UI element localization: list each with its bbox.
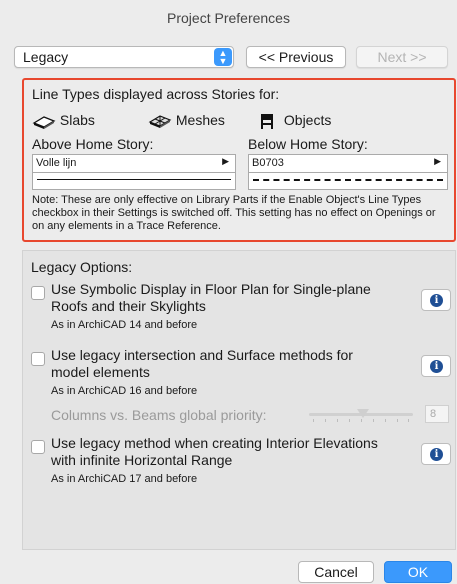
slabs-label: Slabs	[59, 112, 95, 128]
legacy-option: Use legacy intersection and Surface meth…	[31, 347, 451, 403]
info-icon: i	[430, 360, 443, 373]
above-line-type-select[interactable]: Volle lijn ▶	[32, 154, 236, 190]
meshes-item: Meshes	[148, 110, 225, 130]
symbolic-display-checkbox[interactable]	[31, 286, 45, 300]
page-select[interactable]: Legacy ▲ ▼	[14, 46, 234, 68]
columns-beams-priority-row: Columns vs. Beams global priority: 8	[51, 405, 451, 425]
legacy-options-panel: Legacy Options: Use Symbolic Display in …	[22, 250, 456, 550]
option-subtext: As in ArchiCAD 17 and before	[51, 473, 198, 485]
triangle-right-icon: ▶	[434, 156, 441, 166]
above-home-story-label: Above Home Story:	[32, 136, 154, 152]
info-icon: i	[430, 294, 443, 307]
option-label: Use legacy method when creating Interior…	[51, 435, 378, 468]
info-button[interactable]: i	[421, 289, 451, 311]
priority-label: Columns vs. Beams global priority:	[51, 407, 267, 423]
below-line-type-select[interactable]: B0703 ▶	[248, 154, 448, 190]
ok-button[interactable]: OK	[384, 561, 452, 583]
line-types-note: Note: These are only effective on Librar…	[32, 194, 436, 232]
solid-line-preview	[37, 179, 231, 180]
cancel-button[interactable]: Cancel	[298, 561, 374, 583]
priority-value-field[interactable]: 8	[425, 405, 449, 423]
legacy-option: Use legacy method when creating Interior…	[31, 435, 451, 491]
chevron-updown-icon: ▲ ▼	[214, 48, 232, 66]
mesh-icon	[148, 112, 172, 130]
legacy-options-title: Legacy Options:	[31, 259, 133, 275]
legacy-intersection-checkbox[interactable]	[31, 352, 45, 366]
toolbar: Legacy ▲ ▼ << Previous Next >>	[14, 46, 448, 70]
triangle-right-icon: ▶	[222, 156, 229, 166]
priority-slider-thumb[interactable]	[357, 409, 369, 418]
priority-slider-ticks	[313, 419, 409, 422]
page-select-value: Legacy	[23, 49, 69, 65]
window-title: Project Preferences	[167, 10, 290, 26]
below-line-type-value: B0703	[252, 157, 284, 169]
dashed-line-preview	[253, 179, 443, 181]
next-button[interactable]: Next >>	[356, 46, 448, 68]
info-button[interactable]: i	[421, 443, 451, 465]
object-icon	[256, 112, 280, 130]
line-types-panel: Line Types displayed across Stories for:…	[22, 78, 456, 242]
interior-elevations-checkbox[interactable]	[31, 440, 45, 454]
previous-button[interactable]: << Previous	[246, 46, 346, 68]
option-label: Use legacy intersection and Surface meth…	[51, 347, 353, 380]
option-subtext: As in ArchiCAD 16 and before	[51, 385, 198, 397]
legacy-option: Use Symbolic Display in Floor Plan for S…	[31, 281, 451, 337]
info-button[interactable]: i	[421, 355, 451, 377]
slabs-item: Slabs	[32, 110, 95, 130]
option-subtext: As in ArchiCAD 14 and before	[51, 319, 198, 331]
element-types-row: Slabs Meshes Objects	[32, 110, 412, 130]
info-icon: i	[430, 448, 443, 461]
slab-icon	[32, 112, 56, 130]
meshes-label: Meshes	[175, 112, 225, 128]
above-line-type-value: Volle lijn	[36, 157, 77, 169]
objects-item: Objects	[256, 110, 331, 130]
option-label: Use Symbolic Display in Floor Plan for S…	[51, 281, 371, 314]
objects-label: Objects	[283, 112, 332, 128]
below-home-story-label: Below Home Story:	[248, 136, 368, 152]
line-types-heading: Line Types displayed across Stories for:	[32, 86, 280, 102]
